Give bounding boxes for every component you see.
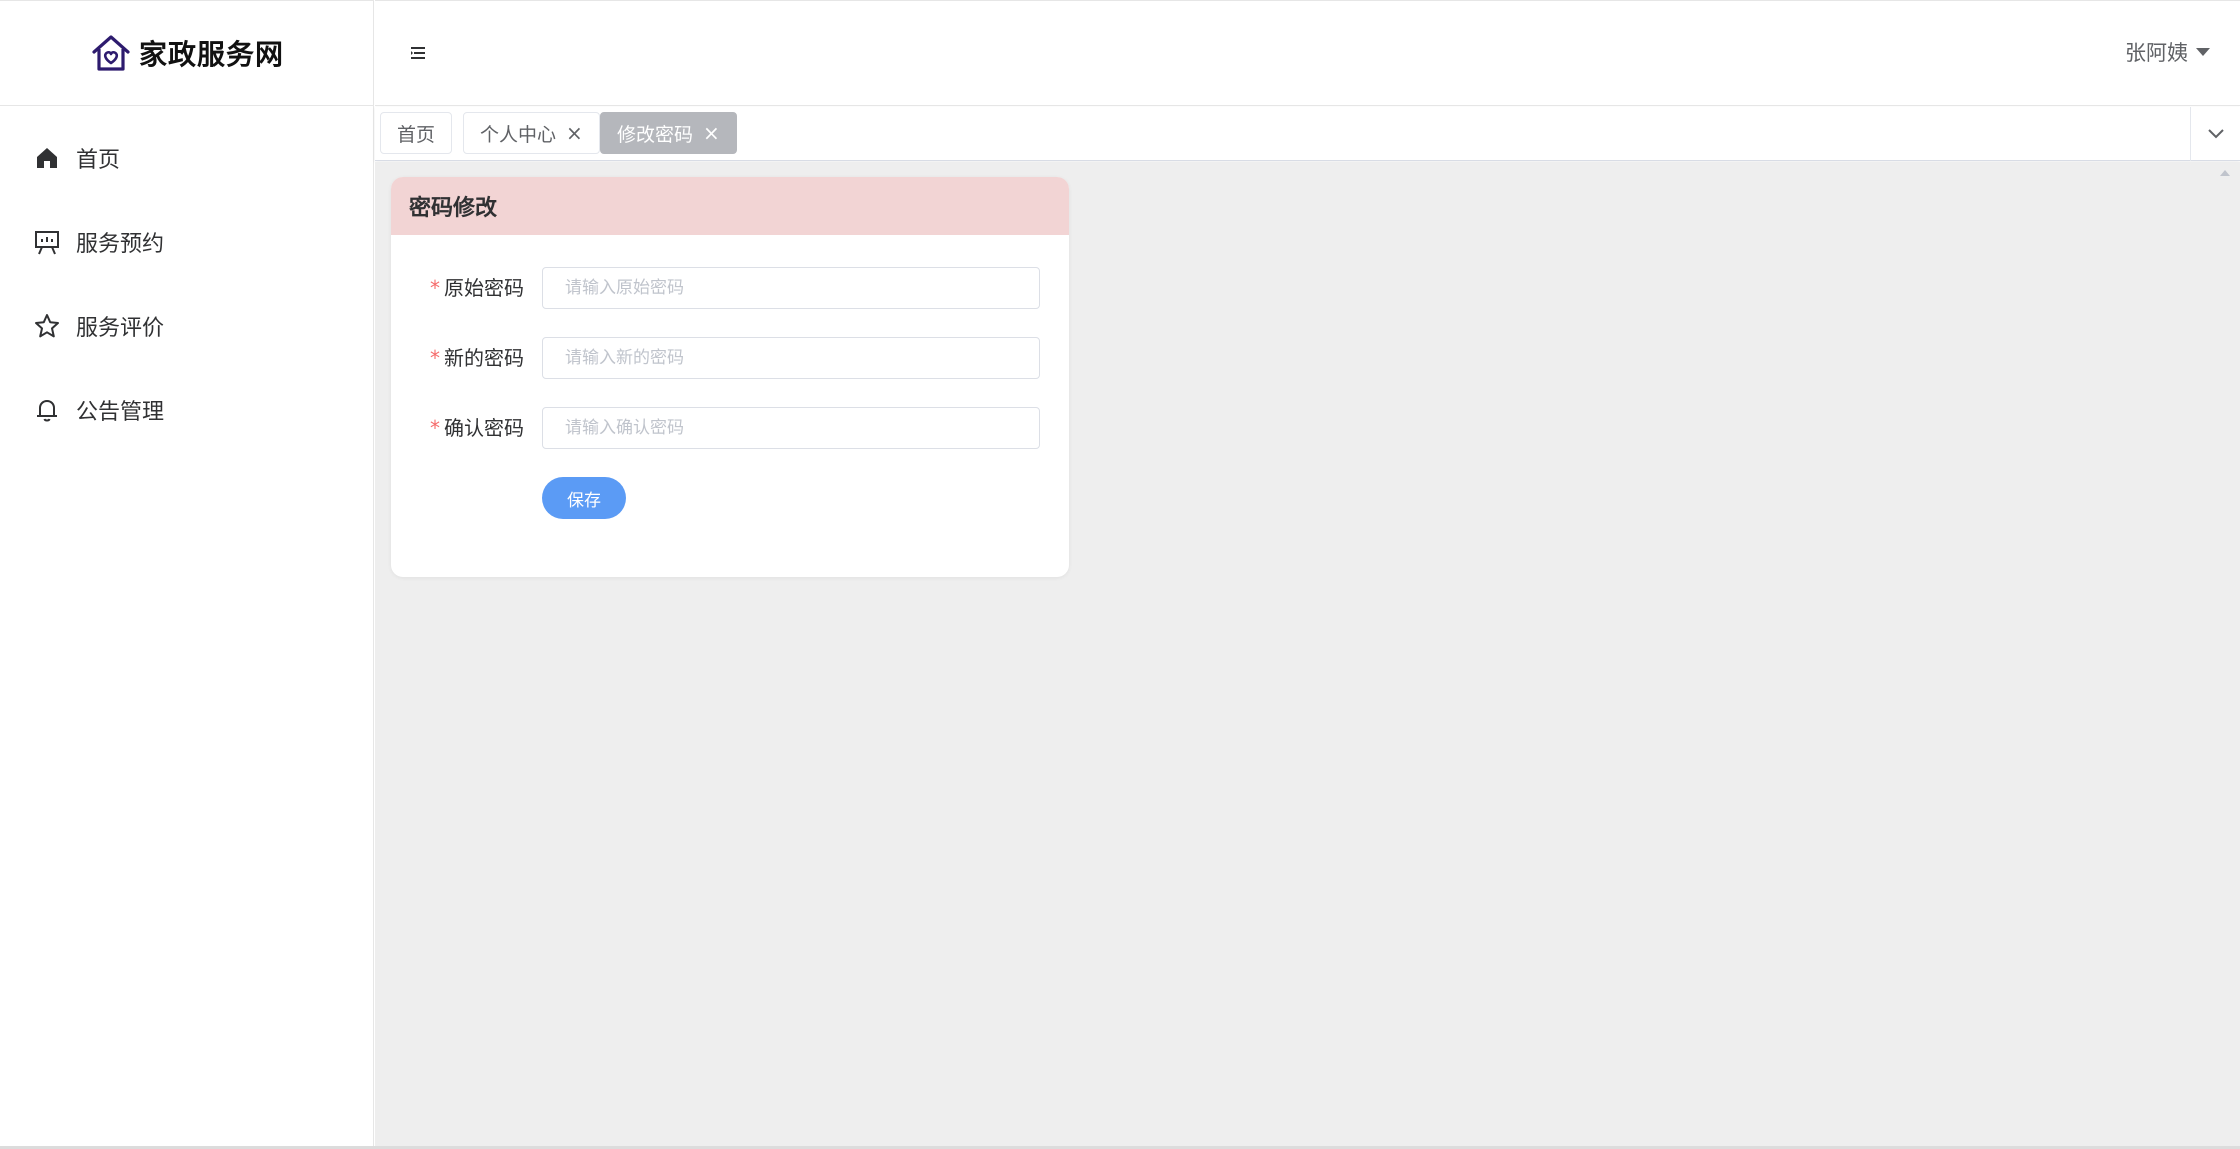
- sidebar: 家政服务网 首页 服务预约 服务评价 公告管理: [0, 0, 374, 1146]
- sidebar-item-label: 服务预约: [76, 232, 165, 257]
- logo[interactable]: 家政服务网: [0, 0, 373, 106]
- presentation-icon: [34, 229, 60, 255]
- top-header: 张阿姨: [375, 0, 2240, 106]
- tab-change-password[interactable]: 修改密码 ×: [600, 112, 737, 154]
- home-icon: [34, 145, 60, 171]
- old-password-input[interactable]: [542, 267, 1040, 309]
- save-button[interactable]: 保存: [542, 477, 626, 519]
- password-form: * 原始密码 * 新的密码 * 确认密码 保存: [391, 235, 1069, 519]
- tab-home[interactable]: 首页: [380, 112, 453, 154]
- sidebar-menu: 首页 服务预约 服务评价 公告管理: [0, 106, 373, 452]
- sidebar-item-label: 服务评价: [76, 316, 165, 341]
- chevron-down-icon: [2207, 125, 2225, 144]
- tab-label: 修改密码: [617, 123, 694, 146]
- tab-label: 个人中心: [480, 123, 557, 146]
- required-mark: *: [430, 416, 440, 440]
- close-icon[interactable]: ×: [703, 123, 720, 143]
- main-content: 密码修改 * 原始密码 * 新的密码 * 确认密码 保存: [375, 162, 2240, 1146]
- tab-label: 首页: [397, 123, 436, 146]
- sidebar-item-announcements[interactable]: 公告管理: [0, 368, 373, 452]
- user-name: 张阿姨: [2125, 41, 2188, 65]
- card-title: 密码修改: [391, 177, 1069, 235]
- tab-personal-center[interactable]: 个人中心 ×: [463, 112, 600, 154]
- app-root: 家政服务网 首页 服务预约 服务评价 公告管理 张阿姨 首页 个人中心 × 修改…: [0, 0, 2240, 1149]
- bell-icon: [34, 397, 60, 423]
- form-row-confirm-password: * 确认密码: [391, 407, 1069, 477]
- tags-view: 首页 个人中心 × 修改密码 ×: [375, 107, 2240, 161]
- scroll-up-icon[interactable]: [2220, 170, 2230, 176]
- logo-text: 家政服务网: [138, 38, 284, 71]
- sidebar-item-home[interactable]: 首页: [0, 116, 373, 200]
- user-menu[interactable]: 张阿姨: [2125, 37, 2210, 67]
- new-password-label: * 新的密码: [430, 346, 524, 370]
- password-card: 密码修改 * 原始密码 * 新的密码 * 确认密码 保存: [391, 177, 1069, 577]
- old-password-label: * 原始密码: [430, 276, 524, 300]
- new-password-input[interactable]: [542, 337, 1040, 379]
- required-mark: *: [430, 346, 440, 370]
- tabs-more-button[interactable]: [2190, 107, 2240, 161]
- sidebar-item-service-booking[interactable]: 服务预约: [0, 200, 373, 284]
- form-row-new-password: * 新的密码: [391, 337, 1069, 407]
- menu-toggle-icon[interactable]: [409, 44, 427, 62]
- confirm-password-label: * 确认密码: [430, 416, 524, 440]
- confirm-password-input[interactable]: [542, 407, 1040, 449]
- required-mark: *: [430, 276, 440, 300]
- star-icon: [34, 313, 60, 339]
- caret-down-icon: [2196, 48, 2210, 56]
- form-row-old-password: * 原始密码: [391, 267, 1069, 337]
- sidebar-item-label: 首页: [76, 148, 121, 173]
- sidebar-item-label: 公告管理: [76, 400, 165, 425]
- close-icon[interactable]: ×: [566, 123, 583, 143]
- sidebar-item-service-review[interactable]: 服务评价: [0, 284, 373, 368]
- house-heart-icon: [89, 31, 133, 75]
